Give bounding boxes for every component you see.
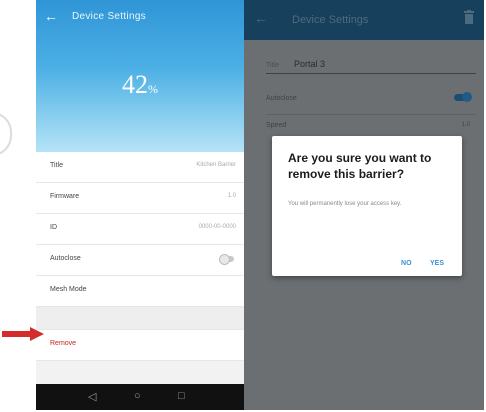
remove-button[interactable]: Remove [50,340,76,347]
setting-label: Firmware [50,193,80,200]
left-page-title: Device Settings [72,11,146,22]
setting-value: 0000-00-0000 [198,224,236,230]
android-nav-bar: ◁ ○ □ [36,384,244,410]
level-unit: % [148,82,158,96]
speed-label: Speed [266,122,287,129]
autoclose-toggle[interactable] [219,254,234,265]
setting-label: ID [50,224,57,231]
row-divider [266,114,476,115]
setting-value: 1.0 [227,193,236,199]
remove-row[interactable]: Remove [36,330,244,361]
name-label: Title [266,62,279,69]
setting-row-id[interactable]: ID 0000-00-0000 [36,214,244,245]
name-underline [266,73,476,74]
setting-label: Title [50,162,63,169]
setting-row-autoclose[interactable]: Autoclose [36,245,244,276]
setting-label: Autoclose [50,255,81,262]
section-divider [36,307,244,330]
cancel-button[interactable]: NO [401,260,412,267]
left-app-bar: ← Device Settings [36,0,244,38]
settings-list: Title Kitchen Barrier Firmware 1.0 ID 00… [36,152,244,401]
confirm-remove-dialog: Are you sure you want to remove this bar… [272,136,462,276]
recents-nav-icon[interactable]: □ [178,390,185,402]
right-phone-screen: ← Device Settings Title Portal 3 Autoclo… [244,0,484,410]
setting-row-firmware[interactable]: Firmware 1.0 [36,183,244,214]
page-edge-arc [0,112,12,156]
autoclose-label: Autoclose [266,95,297,102]
back-nav-icon[interactable]: ◁ [88,390,96,403]
dialog-title: Are you sure you want to remove this bar… [288,151,432,181]
right-app-bar: ← Device Settings [244,0,484,40]
confirm-button[interactable]: YES [430,260,444,267]
trash-icon[interactable] [464,10,474,24]
level-readout: 42% [36,70,244,100]
setting-label: Mesh Mode [50,286,87,293]
level-value: 42 [122,70,148,99]
speed-value: 1.0 [461,122,470,128]
left-phone-screen: ← Device Settings 42% Title Kitchen Barr… [36,0,244,410]
setting-value: Kitchen Barrier [196,162,236,168]
name-field[interactable]: Portal 3 [294,59,325,69]
dialog-actions: NO YES [387,252,444,270]
back-arrow-icon[interactable]: ← [44,8,58,24]
level-header: ← Device Settings 42% [36,0,244,152]
setting-row-mesh[interactable]: Mesh Mode [36,276,244,307]
setting-row-title[interactable]: Title Kitchen Barrier [36,152,244,183]
back-arrow-icon[interactable]: ← [254,10,268,26]
dialog-message: You will permanently lose your access ke… [288,201,402,207]
autoclose-toggle[interactable] [454,92,472,102]
red-pointer-arrow-icon [2,327,44,341]
home-nav-icon[interactable]: ○ [134,390,141,402]
right-page-title: Device Settings [292,14,369,26]
